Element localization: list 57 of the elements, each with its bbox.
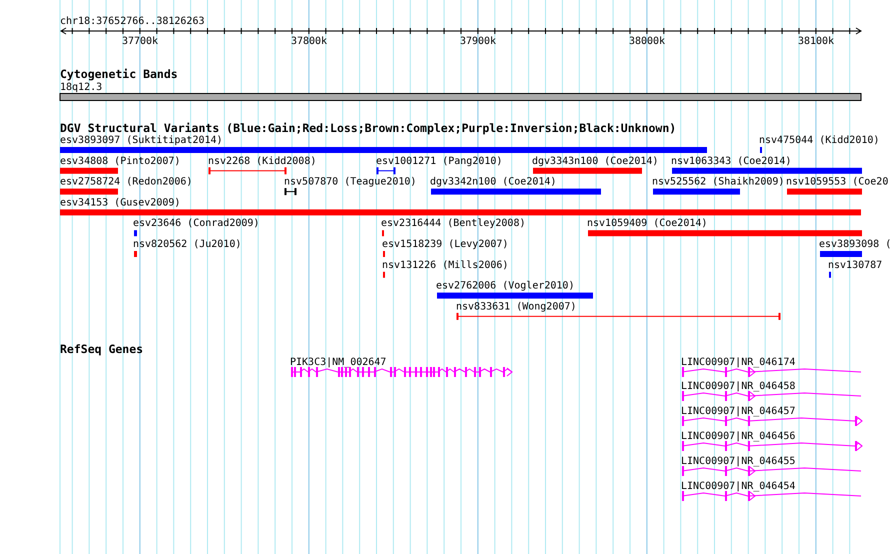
gene-label: LINC00907|NR_046454: [681, 481, 796, 492]
variant-label: nsv525562 (Shaikh2009): [652, 176, 784, 188]
region-label: chr18:37652766..38126263: [60, 16, 204, 27]
gene-model-drawing[interactable]: [682, 416, 863, 426]
variant-label: esv2758724 (Redon2006): [60, 176, 192, 188]
variant-label: esv34153 (Gusev2009): [60, 197, 180, 208]
band-label: 18q12.3: [60, 82, 102, 93]
variant-label: nsv820562 (Ju2010): [133, 239, 242, 250]
gene-label: LINC00907|NR_046458: [681, 381, 796, 392]
variant-label: nsv1059409 (Coe2014): [587, 218, 708, 230]
variant-bar[interactable]: [60, 209, 861, 216]
variant-span[interactable]: [284, 188, 296, 196]
variant-label: nsv2268 (Kidd2008): [208, 156, 316, 167]
variant-bar[interactable]: [672, 168, 862, 174]
gene-model-drawing[interactable]: [682, 367, 862, 377]
variant-span[interactable]: [376, 167, 396, 174]
gene-label: PIK3C3|NM_002647: [290, 357, 386, 368]
variant-bar[interactable]: [431, 188, 601, 195]
tick-label: 37800k: [290, 36, 328, 47]
variant-label: nsv130787: [828, 260, 882, 271]
variant-bar[interactable]: [653, 188, 740, 195]
variant-label: esv23646 (Conrad2009): [133, 218, 260, 230]
variant-bar[interactable]: [134, 230, 137, 236]
gene-model-drawing[interactable]: [682, 391, 862, 401]
tick-label: 38100k: [798, 36, 834, 47]
variant-label: esv1001271 (Pang2010): [376, 156, 502, 167]
variant-label: esv2762006 (Vogler2010): [436, 280, 574, 292]
variant-label: nsv833631 (Wong2007): [456, 301, 576, 312]
tick-label: 37900k: [460, 36, 496, 47]
variant-label: nsv1063343 (Coe2014): [671, 156, 792, 167]
variant-bar[interactable]: [60, 188, 118, 195]
variant-label: esv34808 (Pinto2007): [60, 156, 180, 167]
gene-label: LINC00907|NR_046455: [681, 456, 796, 467]
track-title: RefSeq Genes: [60, 342, 144, 356]
tick-label: 37700k: [122, 36, 158, 47]
gene-model-drawing[interactable]: [682, 466, 862, 476]
gene-model-drawing[interactable]: [682, 441, 863, 451]
variant-bar[interactable]: [787, 188, 862, 195]
gene-model-drawing[interactable]: [290, 367, 513, 377]
variant-label: dgv3342n100 (Coe2014): [430, 176, 556, 188]
gene-label: LINC00907|NR_046456: [681, 431, 796, 442]
variant-label: nsv507870 (Teague2010): [284, 176, 416, 188]
variant-label: esv3893097 (Suktitipat2014): [60, 135, 223, 146]
variant-label: esv2316444 (Bentley2008): [381, 218, 526, 230]
variant-label: dgv3343n100 (Coe2014): [532, 156, 658, 167]
variant-label: nsv475044 (Kidd2010): [759, 135, 880, 146]
track-title: Cytogenetic Bands: [60, 67, 178, 81]
variant-label: nsv131226 (Mills2006): [382, 260, 508, 271]
tick-label: 38000k: [628, 36, 666, 47]
variant-label: esv3893098 (: [819, 239, 890, 250]
track-title: DGV Structural Variants (Blue:Gain;Red:Loss;Brown:Complex;Purple:Inversion;Black:Unknown): [60, 121, 676, 135]
gene-label: LINC00907|NR_046457: [681, 406, 796, 417]
variant-label: esv1518239 (Levy2007): [382, 239, 508, 250]
variant-label: nsv1059553 (Coe20: [786, 176, 888, 188]
gene-model-drawing[interactable]: [682, 491, 862, 501]
gene-label: LINC00907|NR_046174: [681, 357, 796, 368]
variant-bar[interactable]: [437, 292, 593, 299]
